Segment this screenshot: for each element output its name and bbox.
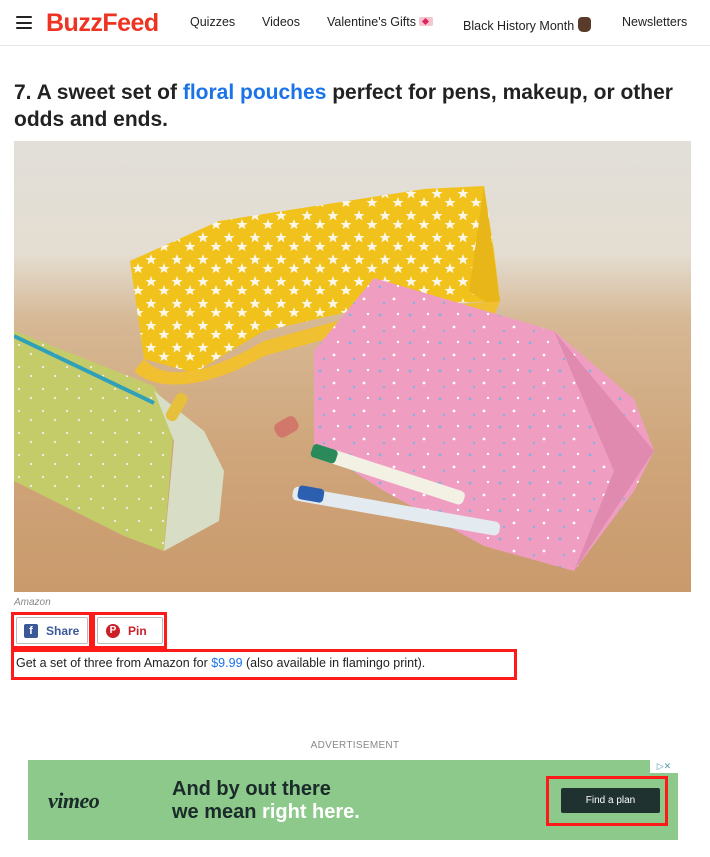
pin-label: Pin: [128, 623, 147, 638]
desc-prefix: Get a set of three from Amazon for: [16, 656, 212, 670]
ad-headline-line2-prefix: we mean: [172, 801, 263, 823]
nav-black-history-month-label: Black History Month: [463, 19, 575, 33]
adchoices-icon[interactable]: ▷✕: [650, 760, 678, 773]
nav-valentines-gifts-label: Valentine's Gifts: [327, 15, 417, 29]
ad-headline-line2: we mean right here.: [172, 801, 360, 824]
pinterest-icon: P: [106, 623, 120, 638]
product-photo-illustration: [14, 186, 654, 571]
ad-headline-highlight: right here.: [262, 801, 360, 823]
desc-suffix: (also available in flamingo print).: [242, 656, 426, 670]
nav-valentines-gifts[interactable]: Valentine's Gifts: [327, 15, 434, 29]
share-label: Share: [46, 623, 80, 638]
price-link[interactable]: $9.99: [211, 656, 242, 670]
raised-fist-icon: [578, 17, 592, 32]
advertisement-label: ADVERTISEMENT: [310, 740, 400, 751]
pinterest-pin-button[interactable]: P Pin: [97, 617, 163, 644]
nav-newsletters[interactable]: Newsletters: [622, 15, 687, 29]
ad-headline-line1: And by out there: [172, 778, 331, 800]
product-title: 7. A sweet set of floral pouches perfect…: [14, 79, 694, 133]
facebook-share-button[interactable]: f Share: [16, 617, 88, 644]
title-prefix: 7. A sweet set of: [14, 81, 183, 104]
product-description: Get a set of three from Amazon for $9.99…: [16, 656, 425, 670]
facebook-icon: f: [24, 623, 38, 638]
ad-headline: And by out there we mean right here.: [172, 778, 360, 824]
love-letter-icon: [419, 17, 434, 26]
product-link[interactable]: floral pouches: [183, 81, 327, 104]
nav-quizzes[interactable]: Quizzes: [190, 15, 235, 29]
site-header: BuzzFeed Quizzes Videos Valentine's Gift…: [0, 0, 710, 46]
find-a-plan-button[interactable]: Find a plan: [561, 788, 660, 813]
vimeo-ad-banner[interactable]: vimeo And by out there we mean right her…: [28, 760, 678, 840]
vimeo-logo: vimeo: [48, 788, 100, 813]
product-image[interactable]: [14, 141, 691, 592]
nav-black-history-month[interactable]: Black History Month: [463, 15, 592, 33]
hamburger-menu-icon[interactable]: [16, 16, 32, 29]
nav-videos[interactable]: Videos: [262, 15, 300, 29]
buzzfeed-logo[interactable]: BuzzFeed: [46, 9, 159, 37]
image-credit: Amazon: [14, 597, 51, 608]
